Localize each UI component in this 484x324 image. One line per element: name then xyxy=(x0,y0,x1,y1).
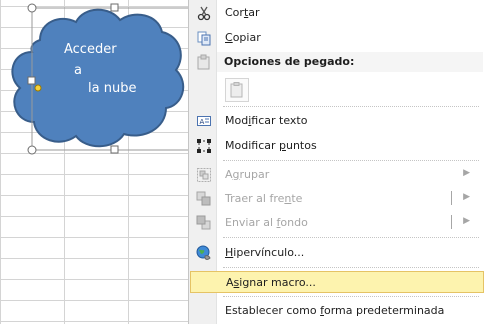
menu-item-copiar[interactable]: Copiar xyxy=(190,27,484,49)
menu-item-modificar-texto[interactable]: A Modificar texto xyxy=(190,110,484,132)
bring-to-front-icon xyxy=(196,191,211,206)
menu-item-label: Modificar puntos xyxy=(225,139,317,152)
handle-top[interactable] xyxy=(110,3,119,12)
menu-item-asignar-macro[interactable]: Asignar macro... xyxy=(190,271,484,293)
context-menu: Cortar Copiar Opciones de pegado: A Modi… xyxy=(188,0,484,324)
shape-text-line1: Acceder xyxy=(64,42,117,57)
menu-item-label: Modificar texto xyxy=(225,114,308,127)
clipboard-icon xyxy=(197,54,210,70)
handle-top-left[interactable] xyxy=(27,3,37,13)
menu-item-hipervinculo[interactable]: Hipervínculo... xyxy=(190,242,484,264)
menu-item-label: Hipervínculo... xyxy=(225,246,305,259)
adjust-handle[interactable] xyxy=(34,84,42,92)
submenu-arrow-icon[interactable]: ▶ xyxy=(463,192,470,202)
hyperlink-globe-icon xyxy=(196,245,211,260)
menu-item-label: Copiar xyxy=(225,31,261,44)
menu-separator xyxy=(223,106,479,107)
paste-options-header: Opciones de pegado: xyxy=(217,52,483,72)
menu-item-label: Establecer como forma predeterminada xyxy=(225,304,445,317)
menu-item-label: Cortar xyxy=(225,6,260,19)
copy-icon xyxy=(197,31,211,46)
handle-bottom[interactable] xyxy=(110,145,119,154)
submenu-arrow-icon: ▶ xyxy=(463,168,470,178)
menu-separator xyxy=(223,160,479,161)
submenu-arrow-icon[interactable]: ▶ xyxy=(463,216,470,226)
menu-item-cortar[interactable]: Cortar xyxy=(190,2,484,24)
split-divider xyxy=(451,215,452,229)
split-divider xyxy=(451,191,452,205)
cloud-body[interactable] xyxy=(11,8,185,148)
shape-text-line2: a xyxy=(74,63,82,78)
group-icon xyxy=(197,168,211,182)
svg-text:A: A xyxy=(200,118,205,126)
menu-separator xyxy=(223,267,479,268)
edit-text-icon: A xyxy=(197,116,211,126)
scissors-icon xyxy=(197,6,211,21)
menu-separator xyxy=(223,237,479,238)
menu-item-traer-al-frente[interactable]: Traer al frente ▶ xyxy=(190,188,484,210)
menu-item-label: Enviar al fondo xyxy=(225,216,308,229)
send-to-back-icon xyxy=(196,215,211,230)
paste-option-button[interactable] xyxy=(225,78,249,102)
menu-item-label: Traer al frente xyxy=(225,192,303,205)
handle-left[interactable] xyxy=(27,76,36,85)
paste-clipboard-icon xyxy=(230,82,243,98)
menu-item-label: Agrupar xyxy=(225,168,270,181)
menu-separator xyxy=(223,296,479,297)
menu-item-agrupar[interactable]: Agrupar ▶ xyxy=(190,164,484,186)
shape-text-line3: la nube xyxy=(88,81,137,96)
menu-item-label: Asignar macro... xyxy=(226,276,316,289)
handle-bottom-left[interactable] xyxy=(27,145,37,155)
menu-item-enviar-al-fondo[interactable]: Enviar al fondo ▶ xyxy=(190,212,484,234)
menu-item-establecer-forma-predeterminada[interactable]: Establecer como forma predeterminada xyxy=(190,300,484,322)
menu-item-modificar-puntos[interactable]: Modificar puntos xyxy=(190,135,484,157)
edit-points-icon xyxy=(197,139,211,153)
